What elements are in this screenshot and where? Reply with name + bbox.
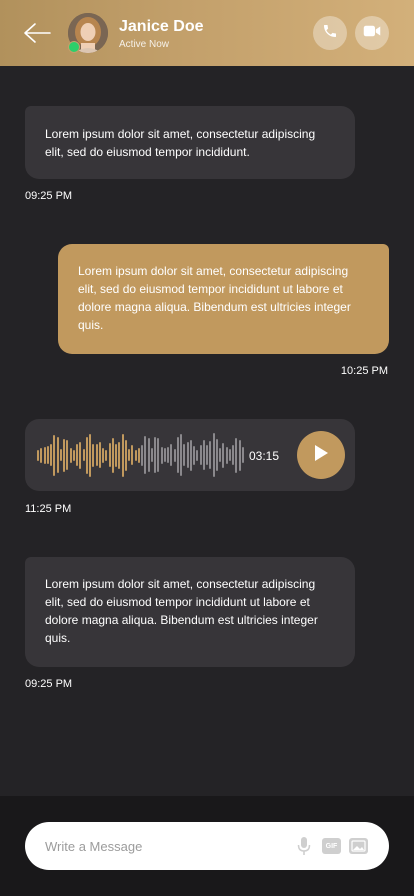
waveform-bar — [89, 434, 91, 477]
contact-name: Janice Doe — [119, 18, 204, 35]
chat-header: Janice Doe Active Now — [0, 0, 414, 66]
waveform-bar — [83, 449, 85, 461]
message-timestamp: 10:25 PM — [340, 365, 388, 377]
waveform-bar — [209, 441, 211, 469]
waveform-bar — [177, 437, 179, 473]
waveform-bar — [128, 449, 130, 461]
waveform-bar — [167, 447, 169, 463]
play-button[interactable] — [297, 431, 345, 479]
microphone-icon[interactable] — [297, 836, 311, 856]
waveform-bar — [66, 440, 68, 470]
waveform-bar — [57, 437, 59, 473]
waveform-bar — [99, 442, 101, 468]
video-camera-icon — [363, 24, 381, 43]
waveform-bar — [44, 447, 46, 464]
waveform-bar — [92, 444, 94, 467]
waveform-bar — [73, 450, 75, 461]
video-call-button[interactable] — [355, 16, 389, 50]
waveform-bar — [40, 448, 42, 463]
waveform-bar — [161, 447, 163, 464]
waveform-bar — [157, 438, 159, 472]
voice-message-bubble[interactable]: 03:15 — [25, 419, 355, 491]
waveform-bar — [170, 444, 172, 466]
waveform-bar — [203, 440, 205, 470]
gif-button[interactable]: GIF — [322, 838, 341, 854]
received-message-bubble[interactable]: Lorem ipsum dolor sit amet, consectetur … — [25, 557, 355, 667]
waveform-bar — [154, 437, 156, 473]
chat-screen: Janice Doe Active Now Lorem ipsum dolor … — [0, 0, 414, 896]
waveform-bar — [187, 442, 189, 468]
waveform-bar — [180, 434, 182, 476]
voice-duration: 03:15 — [249, 449, 280, 463]
phone-icon — [322, 23, 338, 44]
waveform-bar — [70, 448, 72, 463]
waveform-bar — [86, 437, 88, 474]
waveform-bar — [222, 443, 224, 468]
waveform-bar — [183, 444, 185, 466]
waveform-bar — [105, 450, 107, 461]
waveform-bar — [190, 440, 192, 471]
waveform-bar — [196, 450, 198, 461]
play-icon — [313, 444, 329, 467]
message-timestamp: 09:25 PM — [25, 678, 73, 690]
audio-waveform[interactable] — [37, 433, 245, 477]
waveform-bar — [138, 448, 140, 463]
waveform-bar — [122, 434, 124, 477]
waveform-bar — [112, 438, 114, 473]
waveform-bar — [232, 445, 234, 465]
waveform-bar — [109, 443, 111, 467]
received-message-bubble[interactable]: Lorem ipsum dolor sit amet, consectetur … — [25, 106, 355, 179]
waveform-bar — [102, 448, 104, 463]
waveform-bar — [76, 444, 78, 466]
message-input-container: GIF — [25, 822, 389, 870]
waveform-bar — [229, 449, 231, 461]
waveform-bar — [131, 445, 133, 465]
waveform-bar — [239, 440, 241, 471]
waveform-bar — [50, 444, 52, 466]
waveform-bar — [148, 438, 150, 472]
waveform-bar — [79, 442, 81, 469]
message-composer: GIF — [0, 796, 414, 896]
message-timestamp: 09:25 PM — [25, 190, 73, 202]
phone-call-button[interactable] — [313, 16, 347, 50]
message-timestamp: 11:25 PM — [25, 503, 72, 515]
waveform-bar — [242, 447, 244, 463]
waveform-bar — [144, 436, 146, 474]
waveform-bar — [216, 439, 218, 471]
waveform-bar — [141, 445, 143, 466]
waveform-bar — [200, 445, 202, 465]
waveform-bar — [47, 446, 49, 464]
waveform-bar — [135, 450, 137, 461]
waveform-bar — [125, 440, 127, 471]
waveform-bar — [235, 438, 237, 473]
waveform-bar — [37, 450, 39, 461]
avatar[interactable] — [68, 13, 108, 53]
waveform-bar — [193, 446, 195, 465]
online-status-dot — [68, 41, 80, 53]
waveform-bar — [151, 448, 153, 462]
waveform-bar — [174, 449, 176, 462]
contact-status: Active Now — [119, 39, 170, 50]
waveform-bar — [60, 449, 62, 461]
waveform-bar — [53, 435, 55, 476]
waveform-bar — [164, 448, 166, 462]
waveform-bar — [115, 444, 117, 467]
sent-message-bubble[interactable]: Lorem ipsum dolor sit amet, consectetur … — [58, 244, 389, 354]
waveform-bar — [213, 433, 215, 477]
back-arrow-icon[interactable] — [22, 20, 52, 46]
waveform-bar — [206, 445, 208, 465]
waveform-bar — [219, 448, 221, 462]
message-input[interactable] — [45, 822, 285, 870]
waveform-bar — [63, 439, 65, 472]
image-icon[interactable] — [349, 838, 368, 854]
waveform-bar — [96, 444, 98, 466]
waveform-bar — [226, 447, 228, 464]
waveform-bar — [118, 442, 120, 469]
